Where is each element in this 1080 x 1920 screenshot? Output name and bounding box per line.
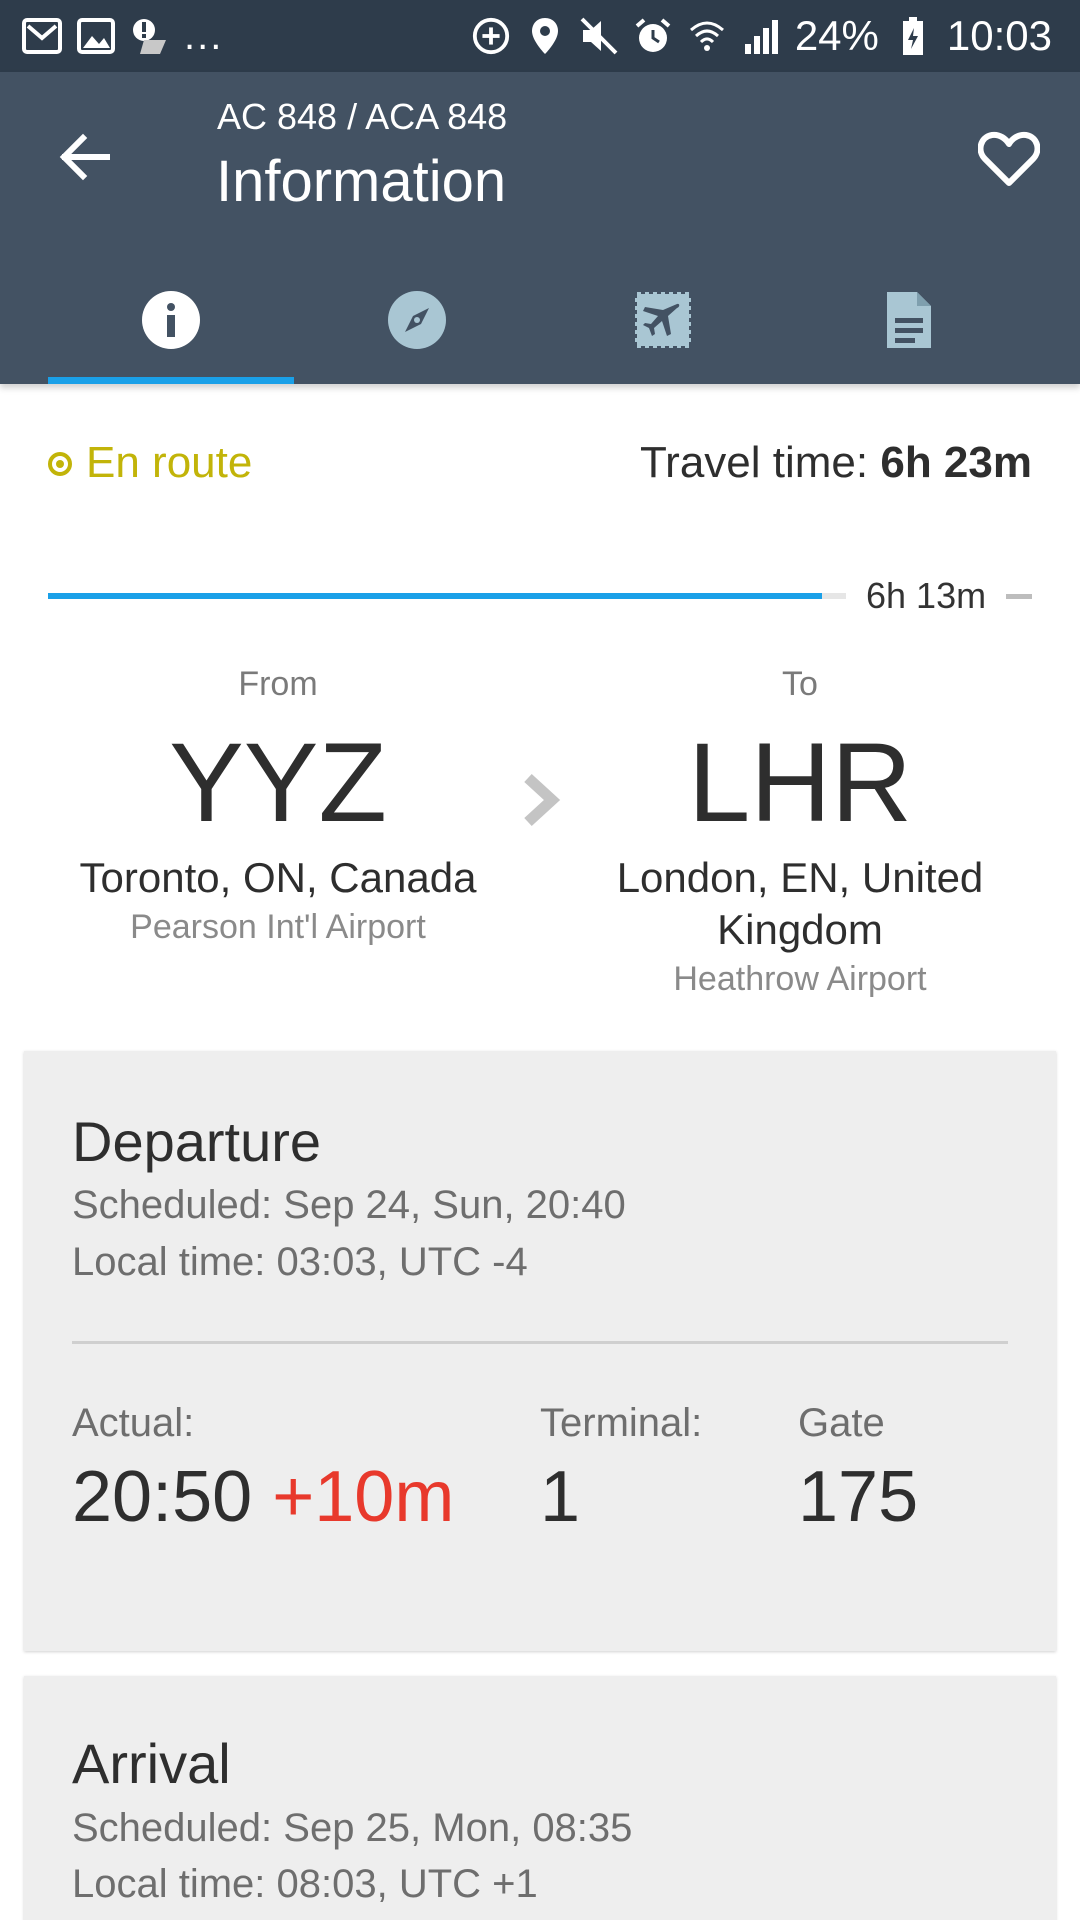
divider xyxy=(72,1341,1008,1344)
arrival-card: Arrival Scheduled: Sep 25, Mon, 08:35 Lo… xyxy=(24,1676,1056,1920)
terminal-value: 1 xyxy=(540,1457,581,1537)
tab-info[interactable] xyxy=(48,262,294,384)
back-button[interactable] xyxy=(50,122,120,192)
app-bar: AC 848 / ACA 848 Information xyxy=(0,72,1080,384)
flight-progress-fill xyxy=(48,593,823,599)
flight-status-row: En route Travel time: 6h 23m xyxy=(48,438,1032,494)
compass-icon xyxy=(387,290,447,350)
tab-flight[interactable] xyxy=(540,262,786,384)
gate-value: 175 xyxy=(798,1457,919,1537)
tab-bar xyxy=(48,262,1032,384)
departure-scheduled: Scheduled: Sep 24, Sun, 20:40 xyxy=(72,1183,626,1227)
destination: To LHR London, EN, United Kingdom Heathr… xyxy=(560,662,1040,1002)
departure-title: Departure xyxy=(72,1110,322,1173)
wifi-icon xyxy=(687,14,727,58)
destination-label: To xyxy=(782,665,818,703)
gmail-icon xyxy=(22,14,62,58)
travel-time-label: Travel time: xyxy=(639,438,869,487)
notification-alert-icon xyxy=(130,14,170,58)
page-title: Information xyxy=(216,149,507,214)
flight-status: En route xyxy=(86,438,253,487)
info-icon xyxy=(141,290,201,350)
destination-airport: Heathrow Airport xyxy=(673,960,927,998)
departure-local-time: Local time: 03:03, UTC -4 xyxy=(72,1240,528,1284)
arrival-title: Arrival xyxy=(72,1732,231,1795)
arrival-local-time: Local time: 08:03, UTC +1 xyxy=(72,1862,538,1906)
favorite-button[interactable] xyxy=(972,122,1046,196)
active-tab-indicator xyxy=(48,377,294,384)
delay-value: +10m xyxy=(272,1457,455,1537)
signal-icon xyxy=(741,14,781,58)
gate-label: Gate xyxy=(798,1401,885,1445)
origin-code: YYZ xyxy=(169,720,387,845)
origin-label: From xyxy=(238,665,318,703)
clock: 10:03 xyxy=(946,12,1052,59)
alarm-icon xyxy=(633,14,673,58)
flight-progress-bar xyxy=(48,593,846,599)
gallery-icon xyxy=(76,14,116,58)
origin-airport: Pearson Int'l Airport xyxy=(130,908,426,946)
flight-number: AC 848 / ACA 848 xyxy=(217,96,508,137)
battery-percent: 24% xyxy=(794,12,879,59)
battery-icon xyxy=(893,14,933,58)
remaining-time: 6h 13m xyxy=(866,575,987,616)
arrival-scheduled: Scheduled: Sep 25, Mon, 08:35 xyxy=(72,1806,633,1850)
status-bar: ... 24% 10:03 xyxy=(0,0,1080,72)
status-dot-icon xyxy=(48,452,72,476)
data-saver-icon xyxy=(471,14,511,58)
terminal-label: Terminal: xyxy=(540,1401,703,1445)
destination-code: LHR xyxy=(687,720,913,845)
travel-time: Travel time: 6h 23m xyxy=(640,438,1032,488)
travel-time-value: 6h 23m xyxy=(880,438,1032,487)
tab-map[interactable] xyxy=(294,262,540,384)
plane-ticket-icon xyxy=(633,290,693,350)
destination-city: London, EN, United Kingdom xyxy=(616,854,984,953)
arrow-back-icon xyxy=(59,133,110,181)
heart-icon xyxy=(978,131,1040,186)
departure-card: Departure Scheduled: Sep 24, Sun, 20:40 … xyxy=(24,1051,1056,1651)
more-notifications: ... xyxy=(184,14,224,58)
actual-time-value: 20:50 xyxy=(72,1457,253,1537)
mute-icon xyxy=(579,14,619,58)
document-icon xyxy=(879,290,939,350)
origin: From YYZ Toronto, ON, Canada Pearson Int… xyxy=(38,662,518,950)
origin-city: Toronto, ON, Canada xyxy=(79,854,477,901)
tab-details[interactable] xyxy=(786,262,1032,384)
location-icon xyxy=(525,14,565,58)
chevron-right-icon xyxy=(524,773,561,827)
actual-time: 20:50 +10m xyxy=(72,1456,454,1538)
actual-label: Actual: xyxy=(72,1401,195,1445)
progress-end-marker xyxy=(1006,594,1032,599)
